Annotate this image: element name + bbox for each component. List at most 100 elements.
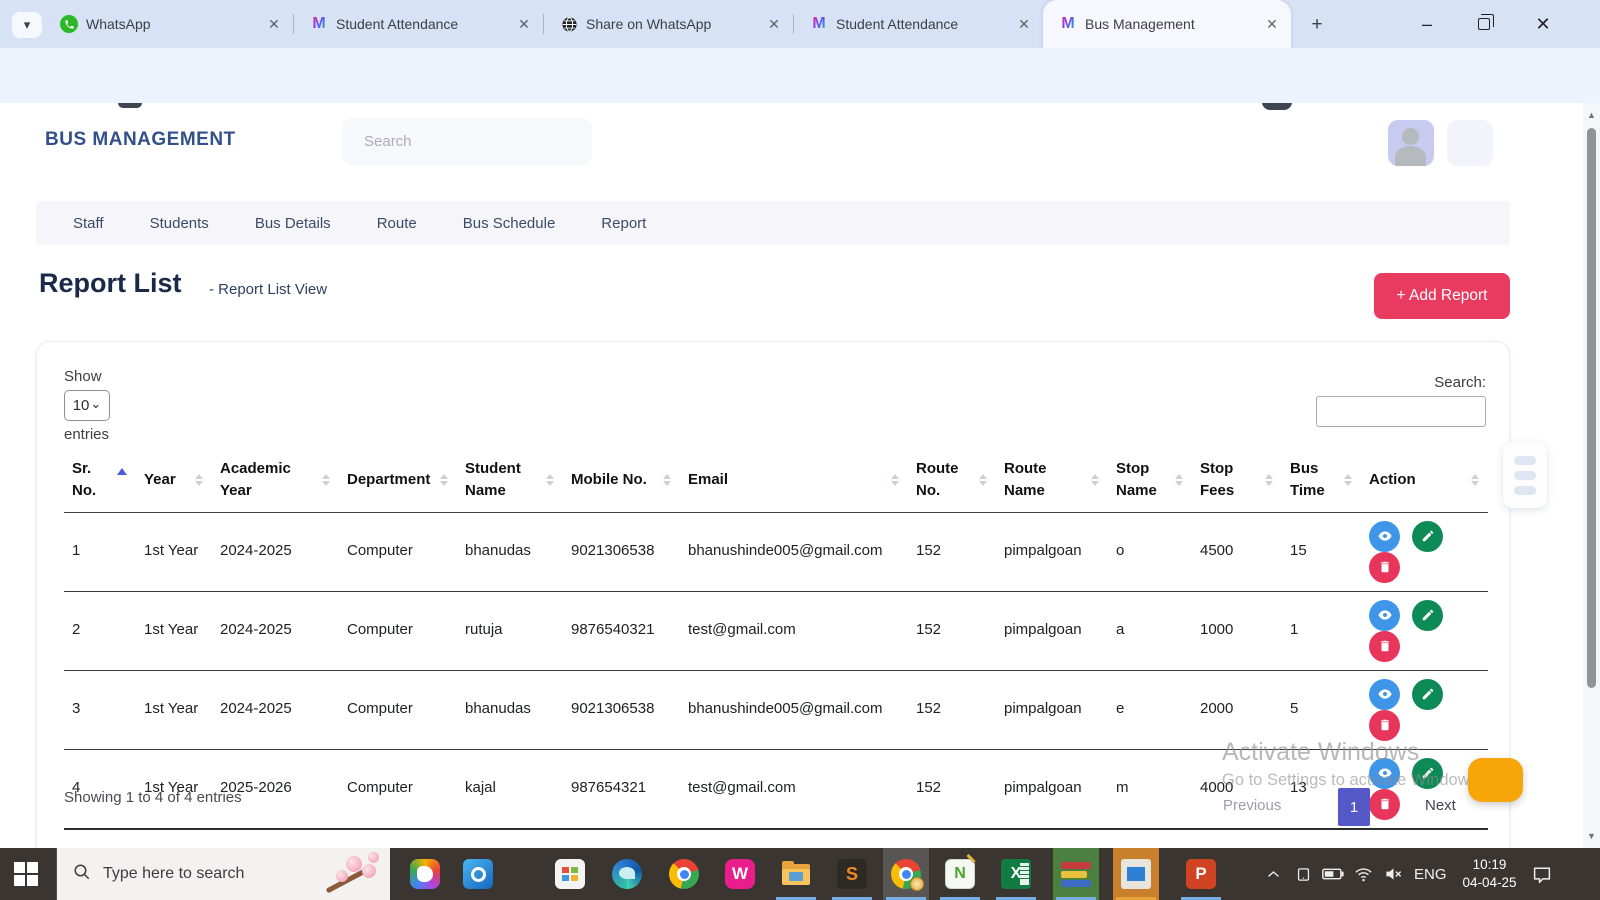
- cell-department: Computer: [339, 512, 457, 592]
- add-report-button[interactable]: + Add Report: [1374, 273, 1510, 319]
- cell-department: Computer: [339, 749, 457, 830]
- tab-label: Student Attendance: [336, 16, 459, 32]
- column-header-year[interactable]: Year: [136, 448, 212, 513]
- taskbar-copilot[interactable]: [402, 848, 448, 900]
- edit-button[interactable]: [1412, 599, 1444, 631]
- start-button-icon[interactable]: [14, 862, 40, 888]
- nav-item-staff[interactable]: Staff: [73, 215, 104, 232]
- delete-button[interactable]: [1369, 788, 1400, 820]
- taskbar-wampserver[interactable]: W: [717, 848, 763, 900]
- floating-options-widget[interactable]: [1503, 442, 1547, 508]
- taskbar-notepad-plus-plus[interactable]: N: [937, 848, 983, 900]
- column-header-department[interactable]: Department: [339, 448, 457, 513]
- cell-route-name: pimpalgoan: [996, 591, 1108, 671]
- tray-battery-icon[interactable]: [1318, 867, 1348, 881]
- column-header-email[interactable]: Email: [680, 448, 908, 513]
- table-search-input[interactable]: [1316, 396, 1486, 427]
- tab-student-attendance-2[interactable]: M Student Attendance ✕: [794, 0, 1043, 48]
- view-button[interactable]: [1369, 520, 1400, 552]
- outlook-icon: [463, 859, 493, 889]
- column-header-route-name[interactable]: Route Name: [996, 448, 1108, 513]
- chat-widget-button[interactable]: [1468, 758, 1523, 802]
- nav-item-bus-schedule[interactable]: Bus Schedule: [463, 215, 556, 232]
- scroll-down-icon[interactable]: ▼: [1583, 828, 1600, 844]
- tab-whatsapp[interactable]: WhatsApp ✕: [44, 0, 293, 48]
- breadcrumb: - Report List View: [209, 281, 328, 298]
- taskbar-store[interactable]: [547, 848, 593, 900]
- whatsapp-icon: [60, 15, 78, 33]
- tray-language-label[interactable]: ENG: [1414, 866, 1447, 883]
- tab-bus-management-active[interactable]: M Bus Management ✕: [1043, 0, 1291, 48]
- scroll-up-icon[interactable]: ▲: [1583, 107, 1600, 123]
- column-header-action[interactable]: Action: [1361, 448, 1488, 513]
- column-header-stop-name[interactable]: Stop Name: [1108, 448, 1192, 513]
- window-minimize-button[interactable]: –: [1404, 0, 1450, 48]
- web-page: BUS MANAGEMENT Staff Students Bus Detail…: [0, 103, 1583, 848]
- nav-item-route[interactable]: Route: [377, 215, 417, 232]
- column-header-route-no[interactable]: Route No.: [908, 448, 996, 513]
- nav-item-report[interactable]: Report: [601, 215, 646, 232]
- column-header-mobile-no[interactable]: Mobile No.: [563, 448, 680, 513]
- tab-close-icon[interactable]: ✕: [1015, 16, 1033, 33]
- taskbar-chrome-active[interactable]: [883, 848, 929, 900]
- tab-search-chevron-icon[interactable]: ▾: [12, 12, 42, 38]
- tray-clock[interactable]: 10:19 04-04-25: [1463, 856, 1517, 892]
- column-header-student-name[interactable]: Student Name: [457, 448, 563, 513]
- cell-route-no: 152: [908, 591, 996, 671]
- taskbar-sublime[interactable]: S: [829, 848, 875, 900]
- tab-close-icon[interactable]: ✕: [765, 16, 783, 33]
- cell-route-name: pimpalgoan: [996, 512, 1108, 592]
- pagination-next[interactable]: Next: [1425, 797, 1456, 814]
- taskbar-winrar[interactable]: [1053, 848, 1099, 900]
- page-length-select[interactable]: 10 ⌄: [64, 390, 110, 421]
- pagination-page-1[interactable]: 1: [1338, 788, 1370, 826]
- site-search-input[interactable]: [342, 118, 592, 165]
- view-button[interactable]: [1369, 678, 1400, 710]
- column-header-academic-year[interactable]: Academic Year: [212, 448, 339, 513]
- taskbar-file-explorer[interactable]: [773, 848, 819, 900]
- delete-button[interactable]: [1369, 630, 1400, 662]
- tray-notifications-icon[interactable]: [1527, 865, 1557, 883]
- delete-button[interactable]: [1369, 709, 1400, 741]
- taskbar-window-app[interactable]: [1113, 848, 1159, 900]
- delete-button[interactable]: [1369, 551, 1400, 583]
- column-header-stop-fees[interactable]: Stop Fees: [1192, 448, 1282, 513]
- tray-tablet-icon[interactable]: [1288, 866, 1318, 883]
- taskbar-powerpoint[interactable]: P: [1178, 848, 1224, 900]
- tray-volume-muted-icon[interactable]: [1378, 866, 1408, 882]
- view-button[interactable]: [1369, 599, 1400, 631]
- window-close-button[interactable]: ✕: [1520, 0, 1566, 48]
- window-restore-button[interactable]: [1461, 0, 1507, 48]
- taskbar-excel[interactable]: X: [993, 848, 1039, 900]
- column-header-bus-time[interactable]: Bus Time: [1282, 448, 1361, 513]
- tab-label: WhatsApp: [86, 16, 151, 32]
- nav-item-students[interactable]: Students: [150, 215, 209, 232]
- column-header-sr-no[interactable]: Sr. No.: [64, 448, 136, 513]
- taskbar-outlook[interactable]: [455, 848, 501, 900]
- search-icon: [73, 863, 91, 886]
- user-avatar[interactable]: [1388, 120, 1434, 166]
- browser-toolbar: ← → ↻ ⓘ localhost/Bus_Management/Backend…: [0, 48, 1600, 145]
- new-tab-button[interactable]: +: [1304, 12, 1330, 38]
- edit-button[interactable]: [1412, 520, 1444, 552]
- tab-close-icon[interactable]: ✕: [265, 16, 283, 33]
- tab-close-icon[interactable]: ✕: [1263, 16, 1281, 33]
- tray-wifi-icon[interactable]: [1348, 867, 1378, 882]
- windows-taskbar: Type here to search W S N X P ENG 10:19 …: [0, 848, 1600, 900]
- scrollbar-thumb[interactable]: [1587, 128, 1596, 688]
- pagination-previous[interactable]: Previous: [1223, 797, 1281, 814]
- tab-close-icon[interactable]: ✕: [515, 16, 533, 33]
- copilot-icon: [410, 859, 440, 889]
- tab-student-attendance-1[interactable]: M Student Attendance ✕: [294, 0, 543, 48]
- nav-item-bus-details[interactable]: Bus Details: [255, 215, 331, 232]
- taskbar-search[interactable]: Type here to search: [56, 848, 390, 900]
- header-action-tile[interactable]: [1447, 120, 1493, 166]
- edit-button[interactable]: [1412, 678, 1444, 710]
- tray-chevron-up-icon[interactable]: [1258, 867, 1288, 882]
- page-scrollbar[interactable]: ▲ ▼: [1583, 103, 1600, 848]
- sort-icon: [1265, 473, 1273, 486]
- tab-share-whatsapp[interactable]: Share on WhatsApp ✕: [544, 0, 793, 48]
- taskbar-edge[interactable]: [604, 848, 650, 900]
- cell-student-name: bhanudas: [457, 670, 563, 750]
- taskbar-chrome[interactable]: [661, 848, 707, 900]
